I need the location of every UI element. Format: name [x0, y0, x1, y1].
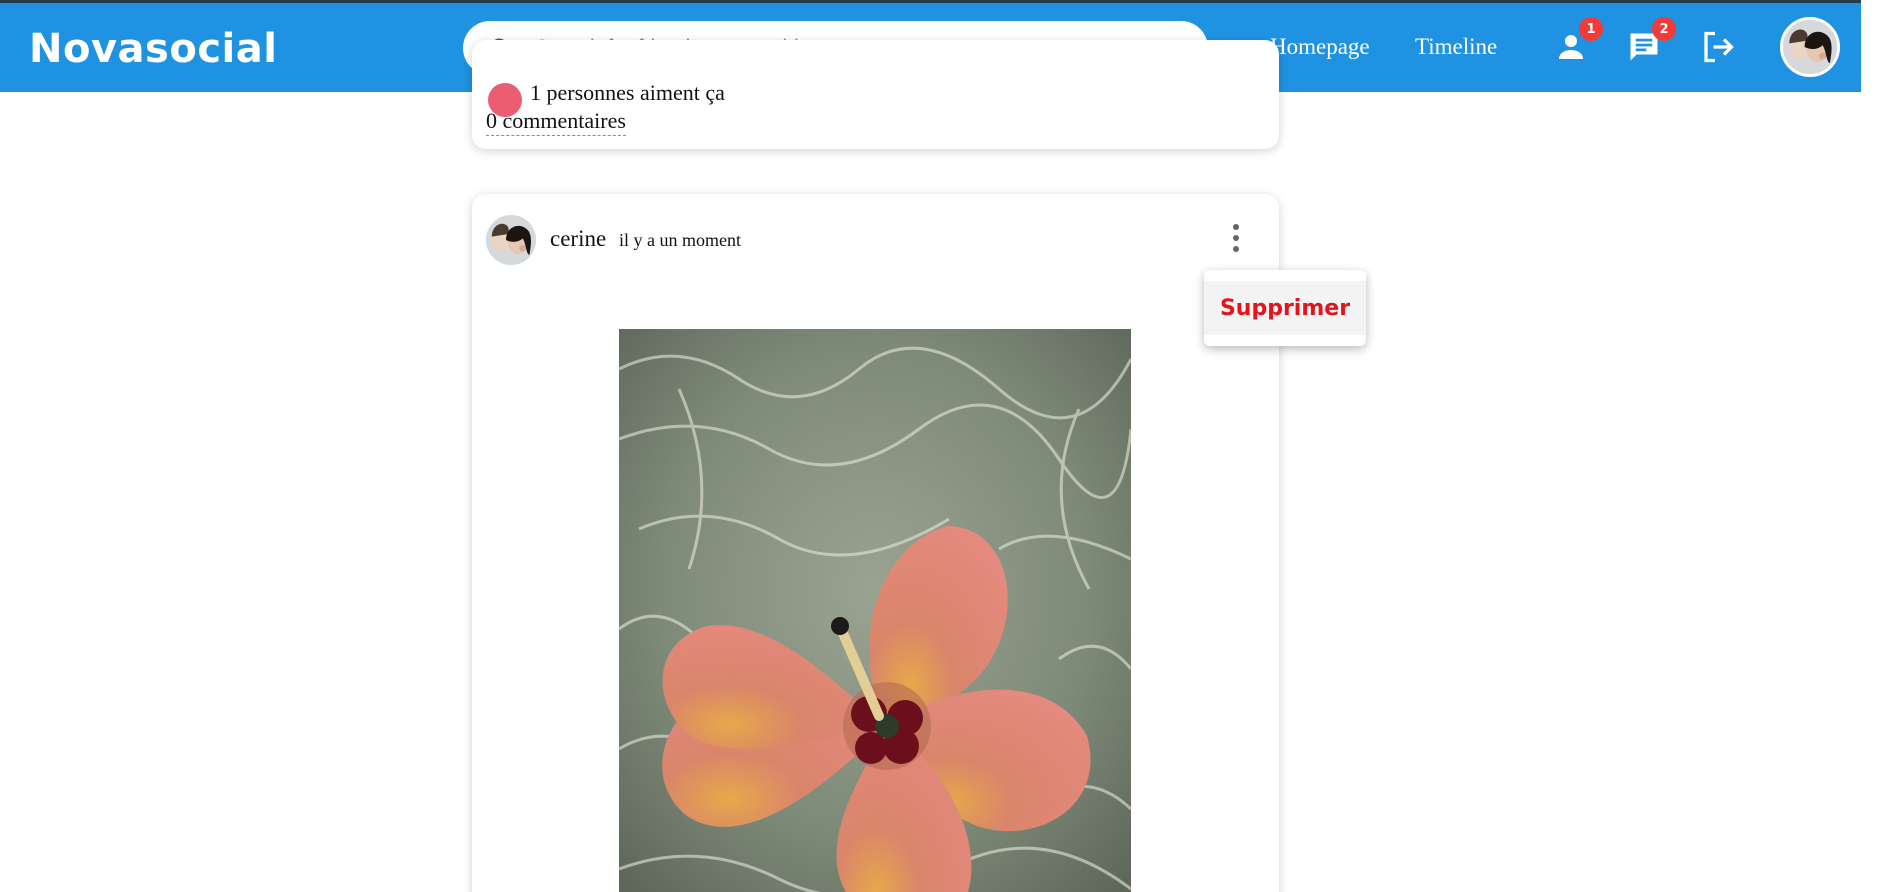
post-author-avatar[interactable] [486, 215, 536, 265]
profile-avatar[interactable] [1780, 17, 1840, 77]
previous-post-card: 1 personnes aiment ça 0 commentaires [472, 40, 1279, 149]
messages-button[interactable]: 2 [1626, 17, 1676, 65]
app-logo[interactable]: Novasocial [29, 26, 277, 72]
nav-homepage-link[interactable]: Homepage [1270, 34, 1370, 60]
likes-count: 1 personnes aiment ça [530, 80, 725, 105]
logout-button[interactable] [1700, 29, 1736, 65]
messages-badge: 2 [1652, 17, 1676, 41]
post-timestamp: il y a un moment [619, 230, 741, 250]
more-vertical-icon [1233, 224, 1239, 252]
post-options-button[interactable] [1224, 220, 1248, 256]
friend-requests-button[interactable]: 1 [1553, 17, 1603, 65]
delete-post-menu-item[interactable]: Supprimer [1204, 281, 1366, 335]
post-image[interactable] [619, 329, 1131, 892]
post-options-menu: Supprimer [1204, 270, 1366, 346]
logout-icon [1704, 31, 1734, 63]
post-card: cerine il y a un moment [472, 194, 1279, 892]
nav-timeline-link[interactable]: Timeline [1415, 34, 1497, 60]
post-author-name[interactable]: cerine [550, 226, 606, 252]
friend-requests-badge: 1 [1579, 17, 1603, 41]
comments-link[interactable]: 0 commentaires [486, 108, 626, 136]
